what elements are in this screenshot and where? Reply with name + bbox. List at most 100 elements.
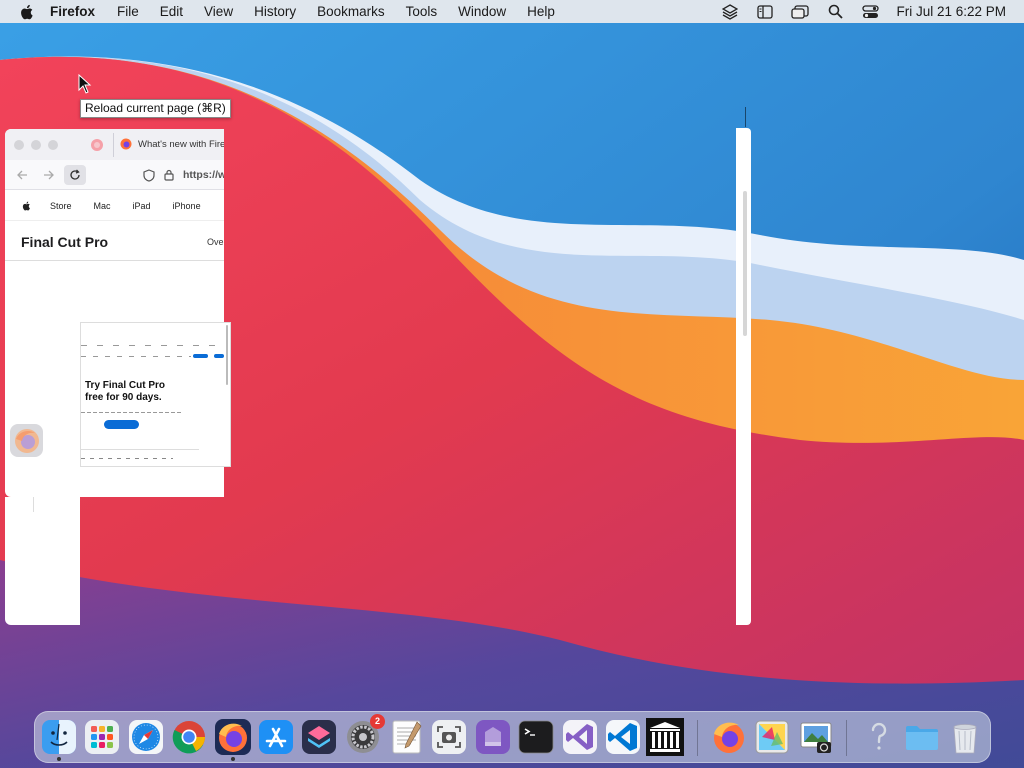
launchpad-icon — [85, 720, 119, 754]
dock-app-store[interactable] — [257, 718, 295, 756]
dock-divider — [846, 720, 847, 756]
vscode-icon — [606, 720, 640, 754]
product-header: Final Cut Pro Over — [5, 221, 224, 261]
dock-divider — [697, 720, 698, 756]
thumb-footer-line — [81, 458, 173, 459]
nav-link-mac[interactable]: Mac — [94, 201, 111, 211]
dock-help-placeholder[interactable] — [860, 718, 898, 756]
product-title[interactable]: Final Cut Pro — [21, 234, 108, 250]
thumb-pill — [214, 354, 224, 358]
thumb-pill — [193, 354, 208, 358]
dock-vanilla[interactable] — [474, 718, 512, 756]
chrome-icon — [172, 721, 205, 754]
control-center-icon[interactable] — [861, 4, 879, 20]
scrollbar-thumb[interactable] — [743, 191, 747, 336]
dock-firefox-recent[interactable] — [710, 718, 748, 756]
thumb-scrollbar — [226, 325, 228, 385]
dock-textedit[interactable] — [387, 718, 425, 756]
apple-logo-icon[interactable] — [21, 200, 32, 212]
notification-badge: 2 — [370, 714, 385, 729]
partial-window-right[interactable] — [736, 128, 751, 625]
museum-icon — [646, 718, 684, 756]
layers-icon[interactable] — [721, 3, 739, 20]
running-indicator — [231, 757, 235, 761]
nav-link-ipad[interactable]: iPad — [133, 201, 151, 211]
tab-whats-new[interactable]: What's new with Firefo — [120, 138, 224, 150]
zoom-window-button[interactable] — [48, 140, 58, 150]
dock-shortcuts[interactable] — [300, 718, 338, 756]
dock-folder[interactable] — [903, 718, 941, 756]
thumb-divider — [81, 449, 199, 450]
menu-bookmarks[interactable]: Bookmarks — [317, 4, 385, 19]
question-icon — [871, 722, 887, 750]
divider-line — [33, 497, 34, 512]
menu-history[interactable]: History — [254, 4, 296, 19]
menu-bar: Firefox File Edit View History Bookmarks… — [0, 0, 1024, 23]
product-overview-link[interactable]: Over — [207, 237, 224, 247]
back-arrow-icon[interactable] — [14, 167, 30, 183]
thumb-subtext-line — [81, 412, 181, 413]
dock-firefox[interactable] — [214, 718, 252, 756]
dock-preview[interactable] — [797, 718, 835, 756]
firefox-tab-icon[interactable] — [89, 137, 105, 153]
shield-icon[interactable] — [141, 167, 157, 183]
dock-vscode[interactable] — [604, 718, 642, 756]
thumb-cta-button — [104, 420, 139, 429]
dock-terminal[interactable] — [517, 718, 555, 756]
trash-icon — [953, 724, 977, 754]
menu-app-name[interactable]: Firefox — [50, 4, 95, 19]
menu-tools[interactable]: Tools — [406, 4, 438, 19]
safari-icon — [129, 720, 163, 754]
firefox-icon — [714, 722, 744, 753]
firefox-icon — [215, 719, 251, 755]
window-controls — [14, 140, 58, 150]
minimize-window-button[interactable] — [31, 140, 41, 150]
dock-colorsync[interactable] — [753, 718, 791, 756]
shortcuts-icon — [302, 720, 336, 754]
navigation-toolbar: https://w — [5, 160, 224, 190]
nav-link-store[interactable]: Store — [50, 201, 72, 211]
dock: 2 — [34, 711, 991, 763]
dock-trash[interactable] — [946, 718, 984, 756]
textedit-icon — [392, 720, 422, 754]
tab-separator — [113, 133, 114, 157]
app-switcher-firefox-icon[interactable] — [10, 424, 43, 457]
thumb-nav-line — [81, 345, 221, 346]
reload-tooltip: Reload current page (⌘R) — [80, 99, 231, 118]
dock-finder[interactable] — [40, 718, 78, 756]
menu-edit[interactable]: Edit — [160, 4, 183, 19]
windows-icon[interactable] — [791, 4, 810, 20]
running-indicator — [57, 757, 61, 761]
dock-system-preferences[interactable]: 2 — [344, 714, 385, 756]
tab-bar: What's new with Firefo — [5, 129, 224, 160]
menu-help[interactable]: Help — [527, 4, 555, 19]
folder-icon — [906, 726, 938, 750]
sidebar-icon[interactable] — [756, 4, 774, 20]
screenshot-icon — [432, 720, 466, 754]
close-window-button[interactable] — [14, 140, 24, 150]
dock-museum[interactable] — [646, 718, 684, 756]
menu-clock[interactable]: Fri Jul 21 6:22 PM — [896, 4, 1006, 19]
menu-window[interactable]: Window — [458, 4, 506, 19]
window-edge-line — [745, 107, 746, 127]
reload-button[interactable] — [64, 165, 86, 185]
spotlight-search-icon[interactable] — [826, 4, 844, 20]
forward-arrow-icon[interactable] — [41, 167, 57, 183]
dock-chrome[interactable] — [170, 718, 208, 756]
firefox-favicon-icon — [120, 138, 132, 150]
menu-file[interactable]: File — [117, 4, 139, 19]
window-lower-strip — [5, 497, 80, 625]
menu-view[interactable]: View — [204, 4, 233, 19]
nav-link-iphone[interactable]: iPhone — [173, 201, 201, 211]
window-thumbnail-preview[interactable]: Try Final Cut Pro free for 90 days. — [80, 322, 231, 467]
dock-visual-studio[interactable] — [561, 718, 599, 756]
dock-launchpad[interactable] — [83, 718, 121, 756]
dock-screenshot[interactable] — [430, 718, 468, 756]
url-field[interactable]: https://w — [183, 169, 224, 181]
thumb-subnav-line — [81, 356, 191, 357]
apple-menu-icon[interactable] — [18, 3, 36, 21]
apple-site-nav: Store Mac iPad iPhone — [5, 191, 224, 221]
lock-icon[interactable] — [161, 167, 177, 183]
dock-safari[interactable] — [127, 718, 165, 756]
terminal-icon — [518, 720, 554, 754]
